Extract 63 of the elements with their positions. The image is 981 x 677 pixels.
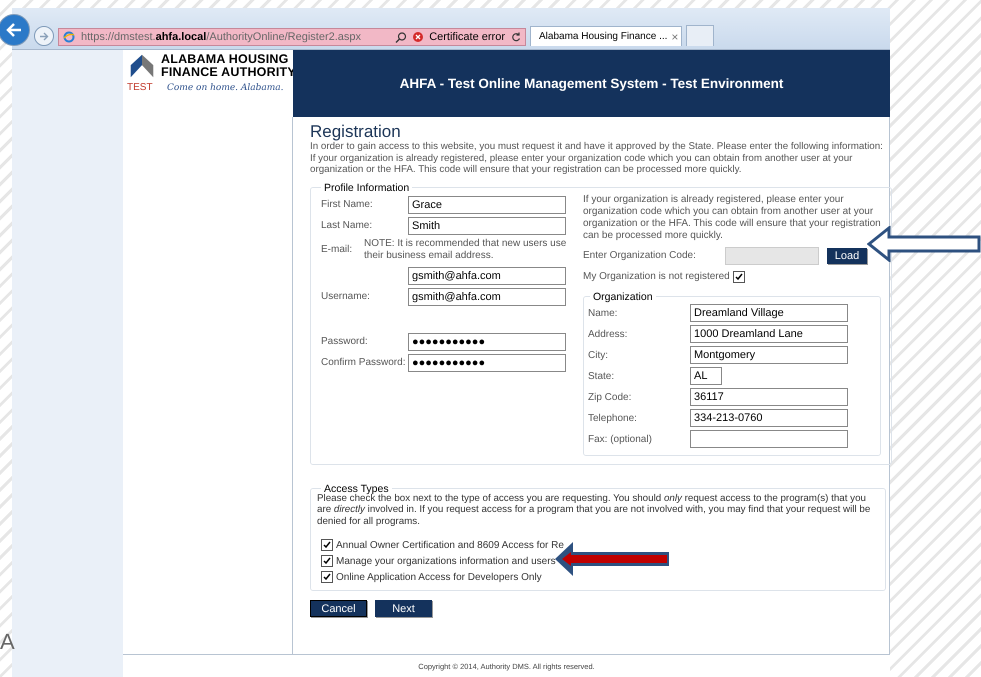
checkbox-label: Online Application Access for Developers Only [336,572,542,582]
text-field[interactable] [690,430,848,448]
checkbox-label: Manage your organizations information and users [336,556,556,566]
forward-arrow-icon [39,32,49,40]
back-button[interactable] [0,14,30,46]
field-label: Fax: (optional) [588,434,653,444]
field-label: E-mail: [321,244,352,255]
field-label: Address: [588,328,628,340]
forward-button[interactable] [34,26,54,46]
text-field[interactable]: AL [690,367,722,385]
text-field[interactable]: 334-213-0760 [690,409,848,427]
field-label: City: [588,350,609,360]
checkbox[interactable] [321,539,333,551]
logo-text: ALABAMA HOUSING [161,53,290,66]
field-label: Confirm Password: [321,357,406,368]
email-field[interactable]: gsmith@ahfa.com [408,266,566,284]
note-text: NOTE: It is recommended that new users use their business email address. [363,238,568,262]
checkbox-label: Annual Owner Certification and 8609 Access for Re [336,540,564,550]
cancel-button[interactable]: Cancel [310,600,367,617]
certificate-error[interactable]: Certificate error [429,31,505,43]
page-title: Registration [310,123,402,141]
field-label: Telephone: [588,412,638,424]
header-title: AHFA - Test Online Management System - Test Environment [400,76,784,91]
back-arrow-icon [6,23,22,37]
close-icon[interactable]: × [671,30,678,44]
password-field[interactable]: ●●●●●●●●●●● [408,332,566,350]
field-label: Name: [588,308,618,318]
text-field[interactable]: 36117 [690,388,848,406]
intro-text: In order to gain access to this website, you must request it and have it approved by the State. Please enter the following information: If your organization is already registered, please enter your organization code which you can obtain from another user at your organization or the HFA. This code will ensure that your registration can be processed more quickly. [310,141,884,176]
field-label: Zip Code: [588,392,632,402]
text-field[interactable]: Grace [408,196,566,214]
browser-icon [63,31,75,43]
section-title: Access Types [324,482,389,494]
text-field[interactable]: Montgomery [690,346,848,364]
browser-tab[interactable]: Alabama Housing Finance ... × [530,26,682,46]
logo-tagline: Come on home. Alabama. [167,83,285,93]
slide-text: A [0,629,15,655]
field-label: Enter Organization Code: [583,250,697,261]
field-label: Last Name: [321,220,374,231]
section-title: Profile Information [323,182,410,194]
checkbox[interactable] [321,571,333,583]
search-icon[interactable] [395,32,408,42]
checkbox[interactable] [321,555,333,567]
text-field[interactable]: Smith [408,216,566,234]
environment-label: TEST [127,82,154,93]
access-text: Please check the box next to the type of access you are requesting. You should only request access to the program(s) that you are directly involved in. If you request access for a program that you are not involved with, you may find that your request will be denied for all programs. [317,492,872,527]
field-label: State: [588,370,616,382]
url-text: https://dmstest.ahfa.local/AuthorityOnline/Register2.aspx [81,31,362,43]
checkbox-label: My Organization is not registered [583,271,730,282]
error-icon [413,32,424,42]
field-label: Username: [321,291,371,302]
text-field[interactable]: 1000 Dreamland Lane [690,325,848,343]
password-field[interactable]: ●●●●●●●●●●● [408,354,566,372]
field-label: First Name: [321,199,374,210]
address-bar[interactable]: https://dmstest.ahfa.local/AuthorityOnline/Register2.aspx Certificate error [58,28,526,46]
refresh-icon[interactable] [511,32,521,42]
text-field[interactable]: Dreamland Village [690,304,848,322]
note-text: If your organization is already registered, please enter your organization code which you can obtain from another user at your organization or the HFA. This code will ensure that your registration can be processed more quickly. [583,194,881,242]
next-button[interactable]: Next [375,600,432,617]
logo-text: FINANCE AUTHORITY [161,66,296,79]
text-field[interactable]: gsmith@ahfa.com [408,288,566,306]
field-label: Password: [321,336,369,347]
section-title: Organization [592,290,654,302]
